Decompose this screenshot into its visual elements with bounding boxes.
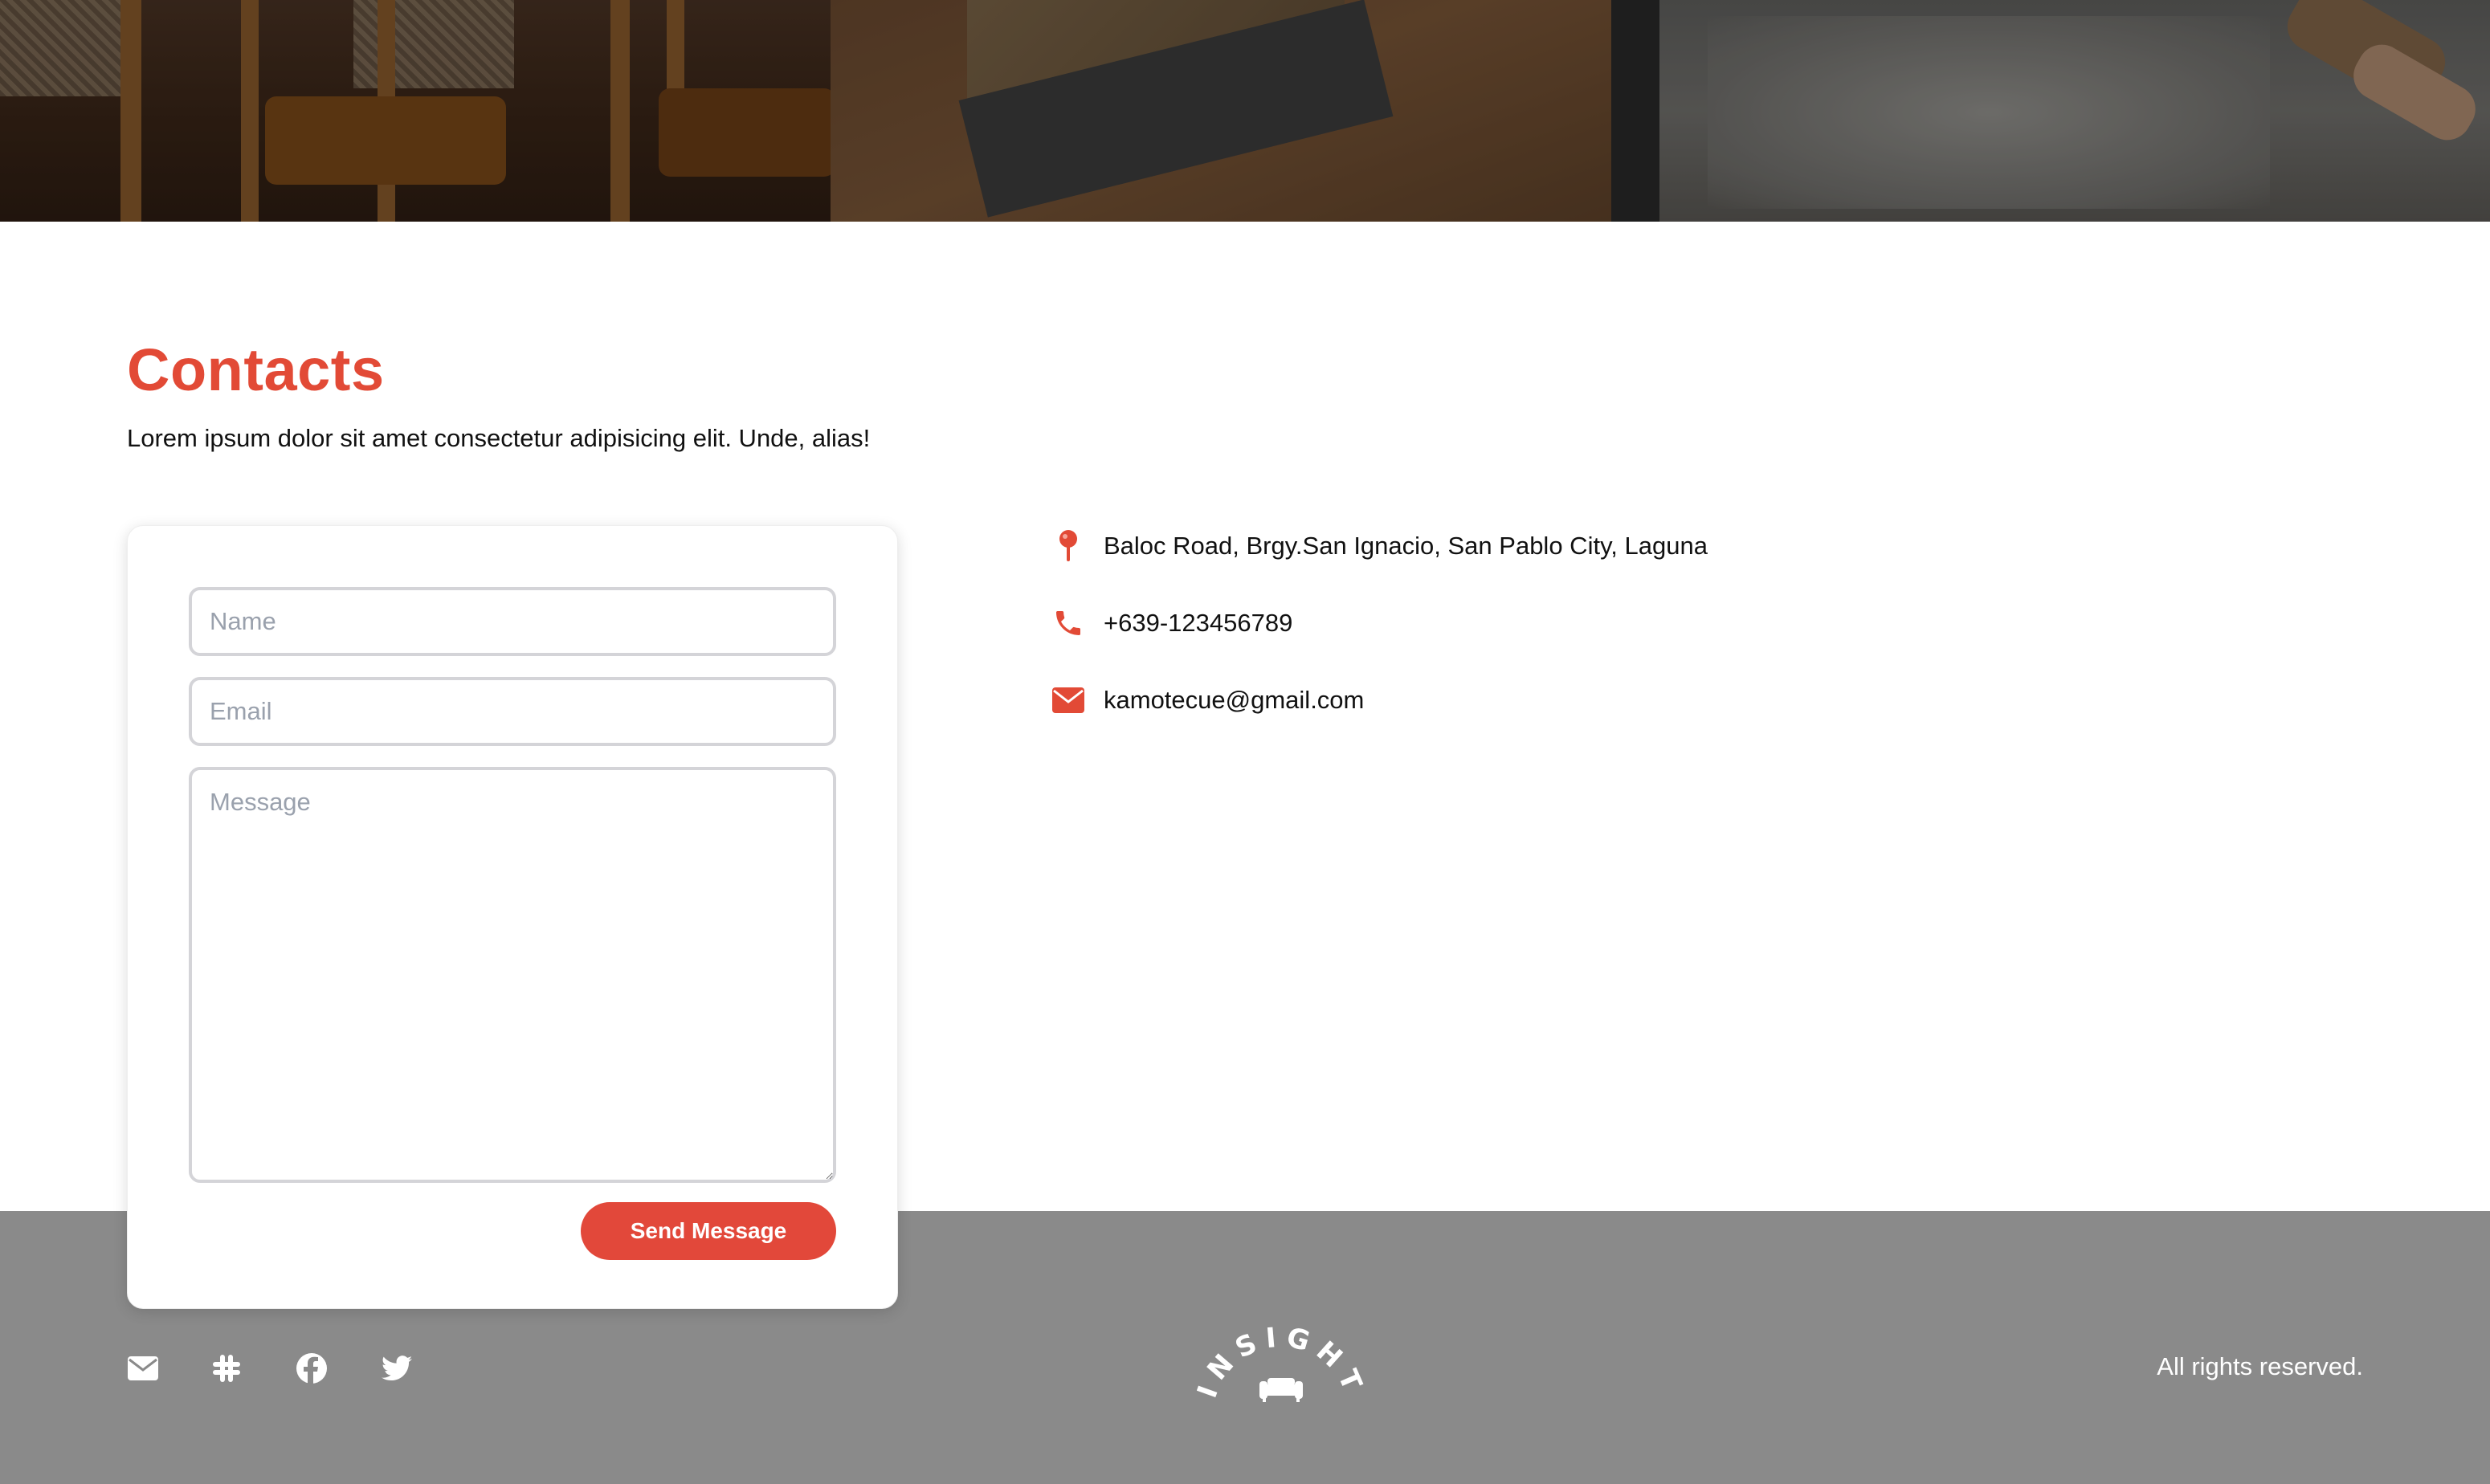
info-address-text: Baloc Road, Brgy.San Ignacio, San Pablo … [1104, 532, 1708, 560]
message-textarea[interactable] [189, 767, 836, 1183]
name-input[interactable] [189, 587, 836, 656]
email-input[interactable] [189, 677, 836, 746]
info-phone-text: +639-123456789 [1104, 609, 1293, 637]
envelope-icon[interactable] [127, 1352, 159, 1384]
info-email-text: kamotecue@gmail.com [1104, 686, 1365, 714]
contacts-title: Contacts [127, 336, 385, 403]
envelope-icon [1051, 683, 1086, 718]
slack-icon[interactable] [210, 1352, 243, 1384]
info-email: kamotecue@gmail.com [1051, 683, 1364, 718]
info-address: Baloc Road, Brgy.San Ignacio, San Pablo … [1051, 528, 1708, 564]
contact-form-card: Send Message [127, 525, 898, 1309]
gallery-photo-chairs [0, 0, 831, 222]
insight-logo[interactable]: INSIGHT [1191, 1321, 1365, 1417]
gallery-strip [0, 0, 2490, 222]
facebook-icon[interactable] [296, 1352, 328, 1384]
map-pin-icon [1051, 528, 1086, 564]
phone-icon [1051, 605, 1086, 641]
twitter-icon[interactable] [381, 1352, 413, 1384]
gallery-photo-floor [831, 0, 1659, 222]
gallery-photo-rug [1659, 0, 2490, 222]
info-phone: +639-123456789 [1051, 605, 1292, 641]
rights-text: All rights reserved. [2157, 1352, 2363, 1380]
contacts-description: Lorem ipsum dolor sit amet consectetur a… [127, 424, 871, 452]
send-message-button[interactable]: Send Message [581, 1202, 836, 1260]
